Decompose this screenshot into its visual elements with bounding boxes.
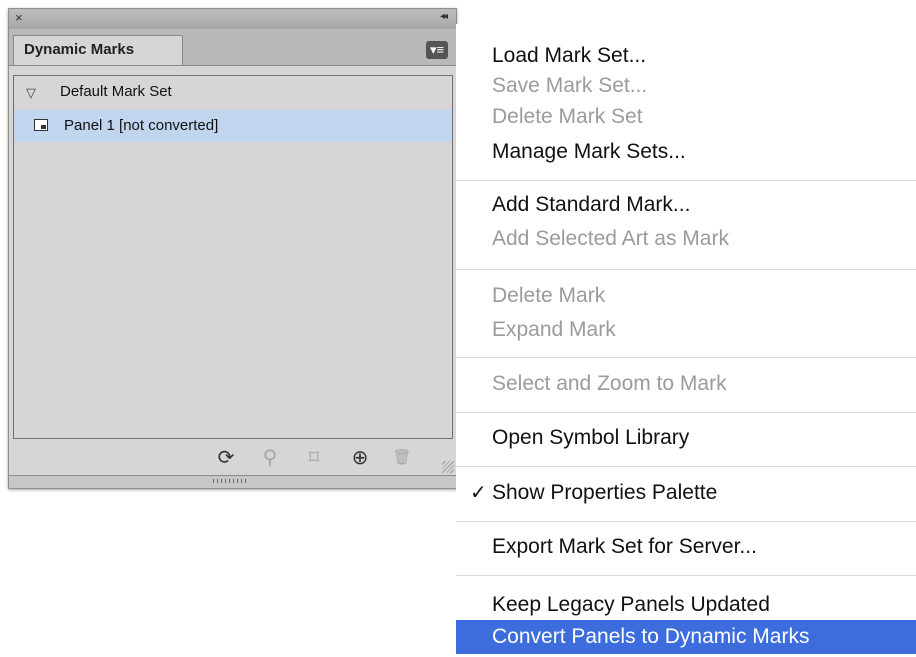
new-mark-from-art-icon[interactable]: ⌑ [303,446,325,470]
panel-flyout-menu: Load Mark Set... Save Mark Set... Delete… [456,24,916,657]
menu-item-manage-mark-sets[interactable]: Manage Mark Sets... [456,134,916,170]
refresh-icon[interactable]: ⟳ [215,446,237,470]
menu-item-add-standard-mark[interactable]: Add Standard Mark... [456,187,916,223]
disclosure-triangle-icon[interactable]: ▽ [26,77,36,109]
collapse-icon[interactable]: ◂◂ [440,11,448,22]
panel-titlebar[interactable]: × ◂◂ [9,9,456,30]
menu-item-open-symbol-library[interactable]: Open Symbol Library [456,420,916,456]
menu-item-convert-panels-to-dynamic-marks[interactable]: Convert Panels to Dynamic Marks [456,620,916,654]
menu-item-select-and-zoom-to-mark[interactable]: Select and Zoom to Mark [456,366,916,402]
menu-separator [456,357,916,358]
group-label: Default Mark Set [60,83,172,100]
menu-item-show-properties-palette[interactable]: ✓ Show Properties Palette [456,475,916,511]
panel-menu-button[interactable]: ▾≡ [426,41,448,59]
panel-item-icon [34,119,48,131]
trash-icon[interactable]: 🗑 [391,446,413,470]
menu-item-delete-mark[interactable]: Delete Mark [456,278,916,314]
tab-dynamic-marks[interactable]: Dynamic Marks [13,35,183,65]
mark-list: ▽ Default Mark Set Panel 1 [not converte… [13,75,453,439]
panel-bottom-bar[interactable] [9,475,456,488]
menu-item-expand-mark[interactable]: Expand Mark [456,312,916,348]
add-mark-icon[interactable]: ⊕ [349,446,371,470]
menu-separator [456,466,916,467]
panel-footer-toolbar: ⟳ ⚲ ⌑ ⊕ 🗑 [9,441,456,475]
checkmark-icon: ✓ [470,482,487,504]
dynamic-marks-panel: × ◂◂ Dynamic Marks ▾≡ ▽ Default Mark Set… [8,8,457,489]
menu-separator [456,521,916,522]
tree-item-panel-1[interactable]: Panel 1 [not converted] [14,110,452,142]
menu-item-delete-mark-set[interactable]: Delete Mark Set [456,99,916,135]
resize-grip-icon[interactable] [442,461,454,473]
menu-separator [456,412,916,413]
menu-item-keep-legacy-panels-updated[interactable]: Keep Legacy Panels Updated [456,587,916,623]
close-icon[interactable]: × [15,10,23,26]
menu-separator [456,269,916,270]
drag-handle-icon[interactable] [213,479,249,483]
item-label: Panel 1 [not converted] [64,117,219,134]
menu-separator [456,180,916,181]
menu-item-add-selected-art-as-mark[interactable]: Add Selected Art as Mark [456,221,916,257]
menu-item-label: Show Properties Palette [492,481,718,504]
tree-group-default-mark-set[interactable]: ▽ Default Mark Set [14,76,452,108]
zoom-icon[interactable]: ⚲ [259,446,281,470]
menu-item-export-mark-set-for-server[interactable]: Export Mark Set for Server... [456,529,916,565]
panel-tabstrip: Dynamic Marks ▾≡ [9,29,456,66]
menu-separator [456,575,916,576]
